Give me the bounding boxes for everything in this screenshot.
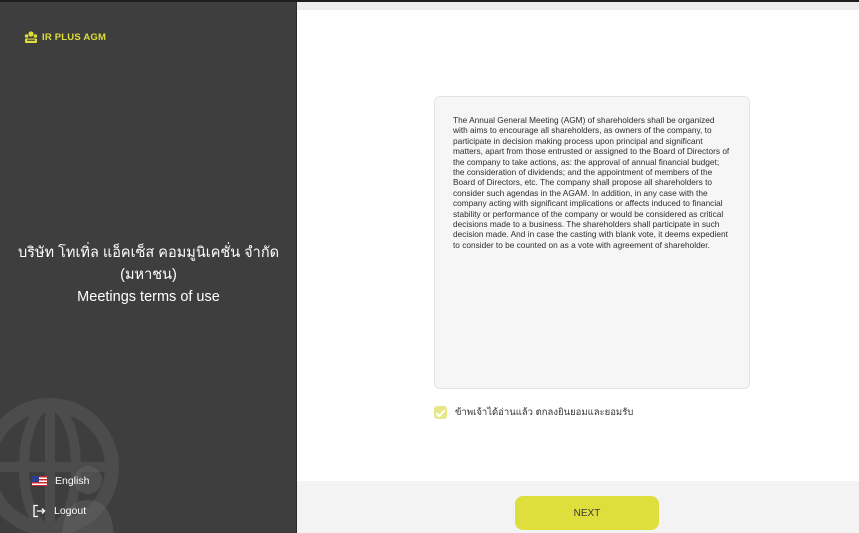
logout-label: Logout — [54, 505, 87, 517]
us-flag-icon — [32, 476, 47, 486]
company-block: บริษัท โทเทิ่ล แอ็คเซ็ส คอมมูนิเคชั่น จำ… — [0, 242, 296, 308]
person-decoration-icon — [62, 466, 114, 533]
page-subtitle: Meetings terms of use — [77, 289, 220, 305]
sidebar: IR PLUS AGM บริษัท โทเทิ่ล แอ็คเซ็ส คอมม… — [0, 2, 297, 533]
company-name: บริษัท โทเทิ่ล แอ็คเซ็ส คอมมูนิเคชั่น จำ… — [17, 245, 280, 283]
top-strip — [296, 2, 859, 10]
logout-button[interactable]: Logout — [32, 504, 86, 518]
language-switcher[interactable]: English — [32, 475, 89, 487]
terms-text: The Annual General Meeting (AGM) of shar… — [453, 115, 730, 250]
brand-logo: IR PLUS AGM — [24, 30, 106, 44]
brand-name: IR PLUS AGM — [42, 31, 107, 43]
next-button[interactable]: NEXT — [515, 496, 659, 530]
language-label: English — [55, 475, 90, 487]
agreement-label: ข้าพเจ้าได้อ่านแล้ว ตกลงยินยอมและยอมรับ — [455, 407, 634, 418]
agreement-checkbox[interactable]: ข้าพเจ้าได้อ่านแล้ว ตกลงยินยอมและยอมรับ — [434, 405, 633, 420]
logout-icon — [33, 504, 46, 518]
meeting-logo-icon — [24, 31, 38, 43]
app-frame: IR PLUS AGM บริษัท โทเทิ่ล แอ็คเซ็ส คอมม… — [0, 0, 859, 533]
checkbox-checked-icon[interactable] — [434, 406, 447, 419]
terms-panel[interactable]: The Annual General Meeting (AGM) of shar… — [434, 96, 750, 389]
